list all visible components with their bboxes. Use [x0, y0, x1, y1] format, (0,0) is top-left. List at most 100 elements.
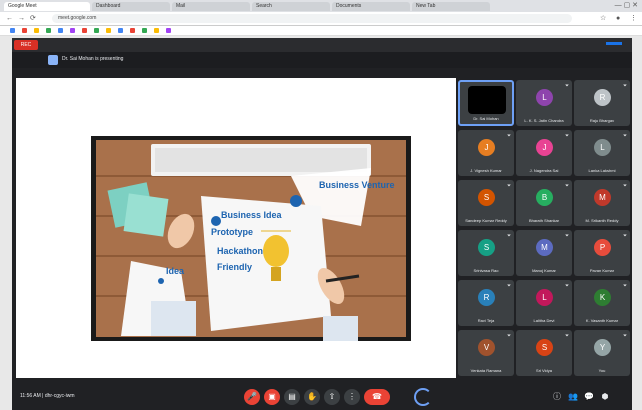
- participant-tile[interactable]: Dr. Sai Mohan: [458, 80, 514, 126]
- participant-tile[interactable]: ⏷ L L. K. S. Jatin Chandra: [516, 80, 572, 126]
- participant-tile[interactable]: ⏷ V Venkata Ramana: [458, 330, 514, 376]
- participant-name: M. Srikanth Reddy: [585, 218, 619, 223]
- camera-off-button[interactable]: ▣: [264, 389, 280, 405]
- participant-tile[interactable]: ⏷ S Sri Vidya: [516, 330, 572, 376]
- bookmark-icon[interactable]: [154, 28, 159, 33]
- participant-tile[interactable]: ⏷ B Bharath Shankar: [516, 180, 572, 226]
- participant-avatar: L: [536, 89, 553, 106]
- bookmark-icon[interactable]: [58, 28, 63, 33]
- bookmarks-bar: [0, 26, 642, 36]
- mic-off-icon: ⏷: [622, 233, 627, 239]
- participant-tile[interactable]: ⏷ J J. Nagendra Sai: [516, 130, 572, 176]
- participant-avatar: L: [594, 139, 611, 156]
- leave-call-button[interactable]: ☎: [364, 389, 390, 405]
- participant-name: J. Vignesh Kumar: [470, 168, 502, 173]
- participant-tile[interactable]: ⏷ J J. Vignesh Kumar: [458, 130, 514, 176]
- participant-tile[interactable]: ⏷ M M. Srikanth Reddy: [574, 180, 630, 226]
- address-bar[interactable]: meet.google.com: [52, 14, 572, 23]
- bookmark-icon[interactable]: [70, 28, 75, 33]
- participant-avatar: R: [478, 289, 495, 306]
- presenter-avatar-icon: [48, 55, 58, 65]
- browser-tab[interactable]: Dashboard: [92, 2, 170, 11]
- captions-button[interactable]: ▤: [284, 389, 300, 405]
- participant-tile[interactable]: ⏷ L Lanka Lakshmi: [574, 130, 630, 176]
- participant-avatar: S: [478, 189, 495, 206]
- participant-name: Venkata Ramana: [470, 368, 502, 373]
- bookmark-icon[interactable]: [130, 28, 135, 33]
- participant-tile[interactable]: ⏷ R Raju Bhargav: [574, 80, 630, 126]
- mic-off-icon: ⏷: [622, 83, 627, 89]
- meeting-clock-and-code: 11:56 AM | dhr-cgyc-iwm: [20, 393, 75, 399]
- browser-tab[interactable]: Search: [252, 2, 330, 11]
- slide-text: Prototype: [211, 227, 253, 237]
- participant-tile[interactable]: ⏷ S Srinivasa Rao: [458, 230, 514, 276]
- mic-off-icon: ⏷: [622, 183, 627, 189]
- mic-off-icon: ⏷: [506, 183, 511, 189]
- people-icon[interactable]: 👥: [568, 391, 578, 403]
- bookmark-icon[interactable]: [142, 28, 147, 33]
- bookmark-icon[interactable]: [10, 28, 15, 33]
- back-icon[interactable]: ←: [6, 14, 13, 23]
- browser-tab[interactable]: Documents: [332, 2, 410, 11]
- browser-tab[interactable]: Mail: [172, 2, 250, 11]
- profile-icon[interactable]: ●: [616, 14, 620, 23]
- reload-icon[interactable]: ⟳: [30, 14, 36, 23]
- mic-off-icon: ⏷: [622, 283, 627, 289]
- slide-text: Business Venture: [319, 180, 395, 190]
- bookmark-icon[interactable]: [106, 28, 111, 33]
- participant-name: Pavan Kumar: [589, 268, 615, 273]
- raise-hand-button[interactable]: ✋: [304, 389, 320, 405]
- forward-icon[interactable]: →: [18, 14, 25, 23]
- participant-tile[interactable]: ⏷ Y You: [574, 330, 630, 376]
- bookmark-icon[interactable]: [166, 28, 171, 33]
- mic-off-icon: ⏷: [622, 133, 627, 139]
- participant-tile[interactable]: ⏷ K K. Vasanth Kumar: [574, 280, 630, 326]
- bookmark-icon[interactable]: [94, 28, 99, 33]
- participant-name: K. Vasanth Kumar: [585, 318, 619, 323]
- info-icon[interactable]: ⓘ: [552, 391, 562, 403]
- meeting-window: REC Dr. Sai Mohan is presenting Business…: [12, 38, 632, 410]
- mic-off-icon: ⏷: [622, 333, 627, 339]
- activities-icon[interactable]: ⬢: [600, 391, 610, 403]
- participant-avatar: M: [594, 189, 611, 206]
- bookmark-icon[interactable]: [22, 28, 27, 33]
- window-controls-icon[interactable]: — ▢ ✕: [615, 1, 638, 9]
- participant-avatar: K: [594, 289, 611, 306]
- participant-name: L. K. S. Jatin Chandra: [524, 118, 564, 123]
- mic-off-icon: ⏷: [506, 283, 511, 289]
- recording-badge: REC: [14, 40, 38, 50]
- participant-tile[interactable]: ⏷ P Pavan Kumar: [574, 230, 630, 276]
- meeting-control-bar: 11:56 AM | dhr-cgyc-iwm 🎤 ▣ ▤ ✋ ⇧ ⋮ ☎ ⓘ …: [12, 384, 632, 410]
- participant-name: Ravi Teja: [477, 318, 495, 323]
- participant-name: Sandeep Kumar Reddy: [465, 218, 507, 223]
- mic-off-icon: ⏷: [564, 133, 569, 139]
- presenter-label: Dr. Sai Mohan is presenting: [62, 56, 124, 62]
- mic-off-button[interactable]: 🎤: [244, 389, 260, 405]
- bookmark-icon[interactable]: [34, 28, 39, 33]
- present-button[interactable]: ⇧: [324, 389, 340, 405]
- mic-off-icon: ⏷: [564, 183, 569, 189]
- mic-off-icon: ⏷: [506, 333, 511, 339]
- star-icon[interactable]: ☆: [600, 14, 606, 23]
- chat-icon[interactable]: 💬: [584, 391, 594, 403]
- participant-avatar: S: [478, 239, 495, 256]
- participant-tile[interactable]: ⏷ L Lalitha Devi: [516, 280, 572, 326]
- bookmark-icon[interactable]: [82, 28, 87, 33]
- participant-tile[interactable]: ⏷ S Sandeep Kumar Reddy: [458, 180, 514, 226]
- toolbar: ← → ⟳ meet.google.com ☆ ● ⋮: [0, 12, 642, 26]
- participant-avatar: P: [594, 239, 611, 256]
- participant-tile[interactable]: ⏷ R Ravi Teja: [458, 280, 514, 326]
- participant-name: Sri Vidya: [536, 368, 552, 373]
- browser-tab[interactable]: New Tab: [412, 2, 490, 11]
- participant-name: Bharath Shankar: [528, 218, 560, 223]
- participant-avatar: S: [536, 339, 553, 356]
- bookmark-icon[interactable]: [46, 28, 51, 33]
- menu-icon[interactable]: ⋮: [630, 14, 637, 23]
- browser-tab[interactable]: Google Meet: [4, 2, 90, 11]
- bookmark-icon[interactable]: [118, 28, 123, 33]
- mic-off-icon: ⏷: [564, 333, 569, 339]
- more-options-button[interactable]: ⋮: [344, 389, 360, 405]
- top-indicator: [606, 42, 622, 45]
- mic-off-icon: ⏷: [506, 133, 511, 139]
- participant-tile[interactable]: ⏷ M Manoj Kumar: [516, 230, 572, 276]
